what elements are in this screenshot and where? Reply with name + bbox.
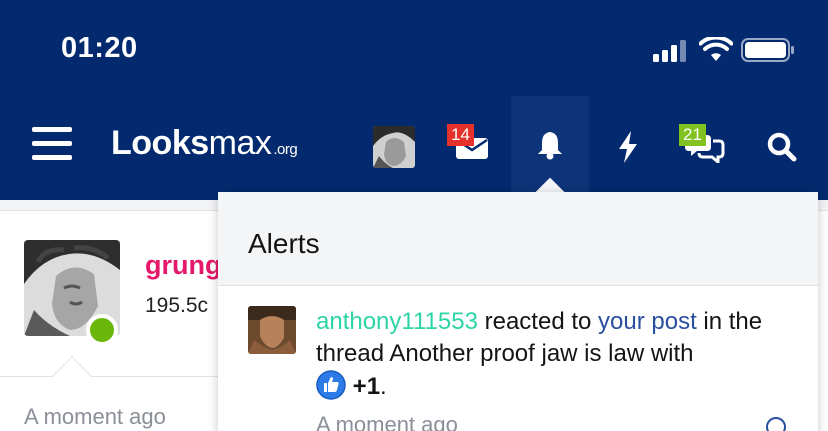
alert-message[interactable]: anthony111553 reacted to your post in th… [316,306,786,403]
search-button[interactable] [760,125,804,169]
alert-action: reacted to [484,308,592,335]
status-time: 01:20 [61,32,138,64]
conversations-badge: 21 [679,124,706,146]
member-stat: 195.5c [145,294,209,317]
bell-icon [538,132,562,160]
alert-timestamp: A moment ago [316,412,458,431]
site-logo[interactable]: Looksmax .org [111,124,298,163]
whats-new-button[interactable] [606,125,650,169]
inbox-badge: 14 [447,124,474,146]
member-username[interactable]: grung [145,250,221,281]
site-header: 01:20 Looksmax .org 14 21 [0,0,828,200]
wifi-icon [699,37,733,61]
menu-button[interactable] [30,124,74,164]
alerts-title: Alerts [248,228,320,259]
like-icon [316,370,346,400]
signal-icon [653,40,689,62]
post-divider [0,376,218,377]
mark-read-toggle[interactable] [766,417,786,431]
battery-icon [741,38,794,62]
alerts-dropdown: Alerts anthony111553 reacted to your pos… [218,192,818,431]
bolt-icon [619,131,637,163]
alert-reaction: +1 [352,373,381,400]
alert-post-link[interactable]: your post [598,308,697,335]
alert-period: . [380,373,387,400]
alerts-header: Alerts [218,192,818,286]
alert-username[interactable]: anthony111553 [316,308,478,335]
post-timestamp[interactable]: A moment ago [24,404,166,430]
search-icon [767,132,797,162]
alert-text-a: in [703,308,723,335]
account-avatar[interactable] [373,126,415,168]
alert-user-avatar[interactable] [248,306,296,354]
online-indicator [86,314,118,346]
